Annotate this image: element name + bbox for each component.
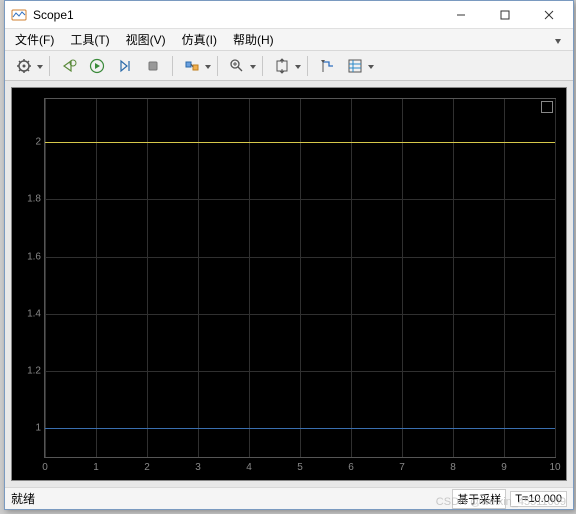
toolbar-separator [172,56,173,76]
toolbar-separator [49,56,50,76]
configure-button[interactable] [11,54,37,78]
y-tick-label: 1 [17,423,41,434]
x-tick-label: 8 [450,462,456,473]
toolbar-separator [307,56,308,76]
run-button[interactable] [84,54,110,78]
grid-line [249,99,250,457]
titlebar: Scope1 [5,1,573,29]
minimize-button[interactable] [439,1,483,29]
scope-app-icon [11,7,27,23]
menu-tools[interactable]: 工具(T) [70,31,109,48]
toolbar-separator [217,56,218,76]
y-tick-label: 1.8 [17,194,41,205]
status-time: T=10.000 [510,491,567,507]
x-tick-label: 0 [42,462,48,473]
menubar: 文件(F) 工具(T) 视图(V) 仿真(I) 帮助(H) [5,29,573,51]
plot-maximize-icon[interactable] [541,101,553,113]
grid-line [504,99,505,457]
x-tick-label: 5 [297,462,303,473]
scope-window: Scope1 文件(F) 工具(T) 视图(V) 仿真(I) 帮助(H) [4,0,574,510]
x-tick-label: 2 [144,462,150,473]
measurements-button[interactable] [342,54,368,78]
x-tick-label: 6 [348,462,354,473]
statusbar: 就绪 基于采样 T=10.000 [5,487,573,509]
chevron-down-icon[interactable] [37,59,43,73]
y-tick-label: 1.6 [17,251,41,262]
menubar-overflow-icon[interactable] [553,35,563,45]
y-tick-label: 1.4 [17,308,41,319]
x-tick-label: 1 [93,462,99,473]
grid-line [300,99,301,457]
toolbar [5,51,573,81]
chevron-down-icon[interactable] [250,59,256,73]
grid-line [45,314,555,315]
menu-file[interactable]: 文件(F) [15,31,54,48]
menu-help[interactable]: 帮助(H) [233,31,274,48]
grid-line [45,199,555,200]
grid-line [45,257,555,258]
chevron-down-icon[interactable] [205,59,211,73]
window-title: Scope1 [33,8,439,22]
chevron-down-icon[interactable] [368,59,374,73]
x-tick-label: 10 [549,462,560,473]
stop-button[interactable] [140,54,166,78]
grid-line [45,371,555,372]
menu-view[interactable]: 视图(V) [126,31,166,48]
plot-area: 0 1 2 3 4 5 6 7 8 9 10 1 1.2 1.4 1.6 1.8 2 [5,81,573,487]
plot-axes: 01234567891011.21.41.61.82 [44,98,556,458]
close-button[interactable] [527,1,571,29]
grid-line [351,99,352,457]
trigger-button[interactable] [179,54,205,78]
status-sample-mode: 基于采样 [452,489,506,509]
grid-line [147,99,148,457]
x-tick-label: 9 [501,462,507,473]
menu-simulation[interactable]: 仿真(I) [182,31,217,48]
maximize-button[interactable] [483,1,527,29]
grid-line [198,99,199,457]
step-back-button[interactable] [56,54,82,78]
y-tick-label: 2 [17,136,41,147]
x-tick-label: 3 [195,462,201,473]
grid-line [402,99,403,457]
status-ready: 就绪 [11,490,448,507]
autoscale-button[interactable] [269,54,295,78]
plot-frame[interactable]: 0 1 2 3 4 5 6 7 8 9 10 1 1.2 1.4 1.6 1.8 2 [11,87,567,481]
zoom-button[interactable] [224,54,250,78]
grid-line [96,99,97,457]
y-tick-label: 1.2 [17,366,41,377]
cursor-measure-button[interactable] [314,54,340,78]
x-tick-label: 4 [246,462,252,473]
x-tick-label: 7 [399,462,405,473]
grid-line [45,99,46,457]
grid-line [555,99,556,457]
series-line [45,142,555,143]
toolbar-separator [262,56,263,76]
grid-line [453,99,454,457]
series-line [45,428,555,429]
chevron-down-icon[interactable] [295,59,301,73]
step-forward-button[interactable] [112,54,138,78]
